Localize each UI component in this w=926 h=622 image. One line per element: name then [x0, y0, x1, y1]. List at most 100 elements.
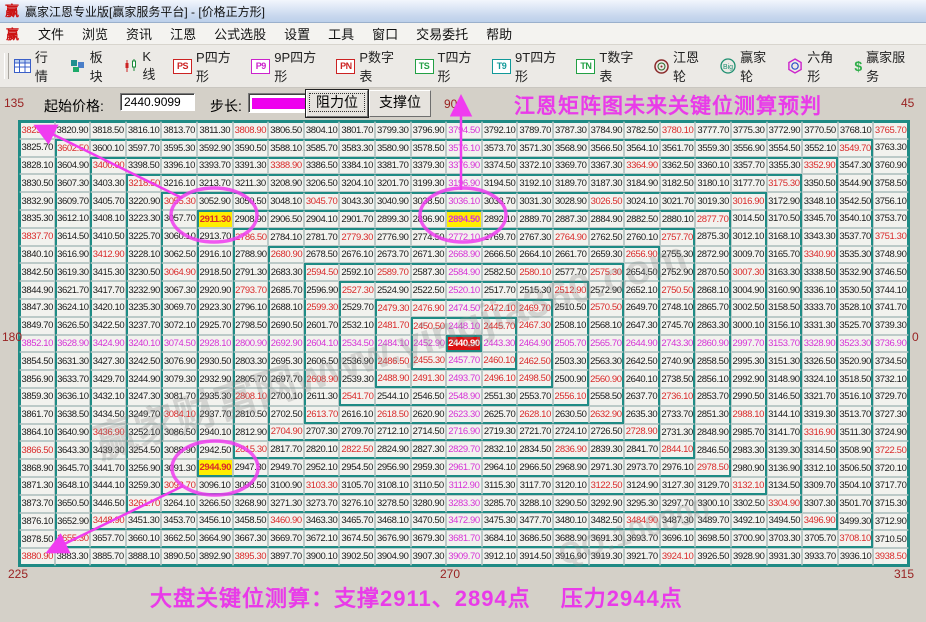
- matrix-cell[interactable]: 2848.90: [695, 423, 731, 442]
- matrix-cell[interactable]: 2752.90: [659, 263, 696, 282]
- menu-item-文件[interactable]: 文件: [29, 25, 73, 44]
- matrix-cell[interactable]: 2755.30: [659, 245, 696, 264]
- matrix-cell[interactable]: 3530.50: [837, 281, 874, 299]
- matrix-cell[interactable]: 3417.70: [90, 281, 126, 299]
- matrix-cell[interactable]: 3184.90: [624, 174, 660, 193]
- matrix-cell[interactable]: 3331.30: [802, 316, 838, 335]
- toolbar-item-六角形[interactable]: 六角形: [787, 47, 843, 85]
- matrix-cell[interactable]: 3693.70: [624, 530, 660, 549]
- matrix-cell[interactable]: 2908.90: [232, 209, 269, 228]
- matrix-cell[interactable]: 3516.10: [837, 387, 874, 406]
- matrix-cell[interactable]: 2997.70: [730, 334, 767, 353]
- matrix-cell[interactable]: 3607.30: [54, 174, 91, 193]
- matrix-cell[interactable]: 3280.90: [410, 494, 447, 513]
- matrix-cell[interactable]: 3792.10: [481, 121, 518, 139]
- matrix-cell[interactable]: 3266.50: [196, 494, 233, 513]
- matrix-cell[interactable]: 3422.50: [90, 316, 126, 335]
- matrix-cell[interactable]: 3801.70: [339, 121, 375, 139]
- matrix-cell[interactable]: 2889.70: [517, 209, 553, 228]
- matrix-cell[interactable]: 2668.90: [446, 245, 482, 264]
- matrix-cell[interactable]: 3532.90: [837, 263, 874, 282]
- matrix-cell[interactable]: 2625.70: [481, 405, 518, 424]
- matrix-cell[interactable]: 3321.70: [802, 387, 838, 406]
- matrix-cell[interactable]: 3177.70: [730, 174, 767, 193]
- matrix-cell[interactable]: 3852.10: [19, 334, 55, 353]
- matrix-cell[interactable]: 3218.50: [125, 174, 162, 193]
- matrix-cell[interactable]: 3040.90: [374, 192, 411, 210]
- matrix-cell[interactable]: 3804.10: [303, 121, 340, 139]
- matrix-cell[interactable]: 2556.10: [552, 387, 589, 406]
- matrix-cell[interactable]: 2829.70: [446, 441, 482, 460]
- matrix-cell[interactable]: 2858.50: [695, 352, 731, 371]
- matrix-cell[interactable]: 3153.70: [766, 334, 803, 353]
- matrix-cell[interactable]: 3045.70: [303, 192, 340, 210]
- matrix-cell[interactable]: 2925.70: [196, 316, 233, 335]
- matrix-cell[interactable]: 2978.50: [695, 459, 731, 477]
- matrix-cell[interactable]: 3208.90: [268, 174, 304, 193]
- menu-item-资讯[interactable]: 资讯: [117, 25, 161, 44]
- matrix-cell[interactable]: 2937.70: [196, 405, 233, 424]
- matrix-cell[interactable]: 3343.30: [802, 227, 838, 246]
- matrix-cell[interactable]: 3230.50: [125, 263, 162, 282]
- matrix-cell[interactable]: 3840.10: [19, 245, 55, 264]
- menu-item-公式选股[interactable]: 公式选股: [205, 25, 275, 44]
- matrix-cell[interactable]: 3756.10: [873, 192, 909, 210]
- matrix-cell[interactable]: 3127.30: [659, 476, 696, 495]
- matrix-cell[interactable]: 3120.10: [552, 476, 589, 495]
- matrix-cell[interactable]: 3062.50: [161, 245, 197, 264]
- matrix-cell[interactable]: 2460.10: [481, 352, 518, 371]
- matrix-cell[interactable]: 2928.10: [196, 334, 233, 353]
- matrix-cell[interactable]: 2560.90: [588, 370, 625, 388]
- matrix-cell[interactable]: 3897.70: [268, 548, 304, 566]
- matrix-cell[interactable]: 2913.70: [196, 227, 233, 246]
- matrix-cell[interactable]: 3703.30: [766, 530, 803, 549]
- matrix-cell[interactable]: 2841.70: [624, 441, 660, 460]
- matrix-cell[interactable]: 3297.70: [659, 494, 696, 513]
- matrix-cell[interactable]: 3278.50: [374, 494, 411, 513]
- matrix-cell[interactable]: 3904.90: [374, 548, 411, 566]
- matrix-cell[interactable]: 3583.30: [339, 138, 375, 157]
- matrix-cell[interactable]: 2760.10: [624, 227, 660, 246]
- matrix-cell[interactable]: 3727.30: [873, 405, 909, 424]
- matrix-cell[interactable]: 2620.90: [410, 405, 447, 424]
- matrix-cell[interactable]: 2798.50: [232, 316, 269, 335]
- matrix-cell[interactable]: 2700.10: [268, 387, 304, 406]
- matrix-cell[interactable]: 2640.10: [624, 370, 660, 388]
- matrix-cell[interactable]: 3588.10: [268, 138, 304, 157]
- matrix-cell[interactable]: 3429.70: [90, 370, 126, 388]
- matrix-cell[interactable]: 2551.30: [481, 387, 518, 406]
- matrix-cell[interactable]: 2776.90: [374, 227, 411, 246]
- matrix-cell[interactable]: 3741.70: [873, 298, 909, 317]
- matrix-cell[interactable]: 2740.90: [659, 352, 696, 371]
- matrix-cell[interactable]: 2673.70: [374, 245, 411, 264]
- matrix-cell[interactable]: 3768.10: [837, 121, 874, 139]
- matrix-cell[interactable]: 3081.70: [161, 387, 197, 406]
- matrix-cell[interactable]: 2904.10: [303, 209, 340, 228]
- matrix-cell[interactable]: 3907.30: [410, 548, 447, 566]
- matrix-cell[interactable]: 2486.50: [374, 352, 411, 371]
- matrix-cell[interactable]: 2616.10: [339, 405, 375, 424]
- matrix-cell[interactable]: 3931.30: [766, 548, 803, 566]
- matrix-cell[interactable]: 3242.50: [125, 352, 162, 371]
- matrix-cell[interactable]: 3024.10: [624, 192, 660, 210]
- matrix-cell[interactable]: 3115.30: [481, 476, 518, 495]
- matrix-cell[interactable]: 3806.50: [268, 121, 304, 139]
- matrix-cell[interactable]: 2666.50: [481, 245, 518, 264]
- matrix-cell[interactable]: 3854.50: [19, 352, 55, 371]
- matrix-cell[interactable]: 3717.70: [873, 476, 909, 495]
- matrix-cell-highlight[interactable]: 2894.50: [446, 209, 482, 228]
- matrix-cell[interactable]: 3496.90: [802, 512, 838, 531]
- matrix-cell[interactable]: 3856.90: [19, 370, 55, 388]
- matrix-cell[interactable]: 2860.90: [695, 334, 731, 353]
- matrix-cell[interactable]: 2923.30: [196, 298, 233, 317]
- matrix-cell[interactable]: 2570.50: [588, 298, 625, 317]
- matrix-cell[interactable]: 3376.90: [446, 156, 482, 175]
- matrix-cell[interactable]: 3624.10: [54, 298, 91, 317]
- matrix-cell[interactable]: 2527.30: [339, 281, 375, 299]
- matrix-cell[interactable]: 3249.70: [125, 405, 162, 424]
- matrix-cell[interactable]: 3604.90: [54, 156, 91, 175]
- matrix-cell[interactable]: 3600.10: [90, 138, 126, 157]
- matrix-cell[interactable]: 2496.10: [481, 370, 518, 388]
- matrix-cell[interactable]: 2810.50: [232, 405, 269, 424]
- matrix-cell[interactable]: 3386.50: [303, 156, 340, 175]
